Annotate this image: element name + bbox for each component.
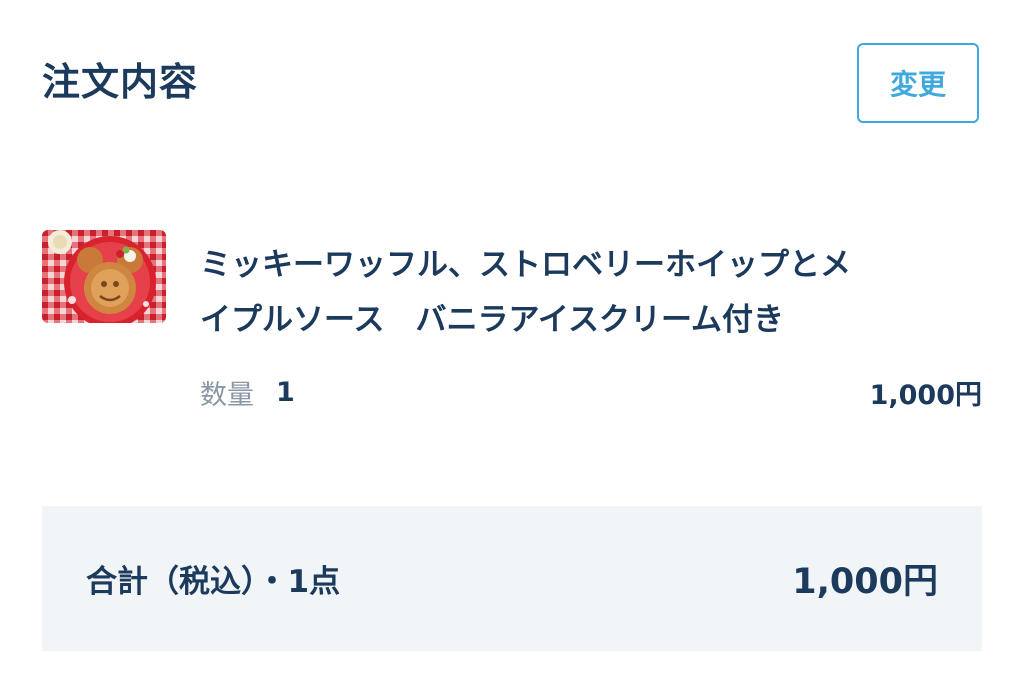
quantity-row: 数量 1 1,000円: [200, 372, 982, 412]
waffle-image: [42, 230, 166, 323]
item-name: ミッキーワッフル、ストロベリーホイップとメ イプルソース バニラアイスクリーム付…: [200, 247, 851, 338]
quantity-label: 数量: [200, 379, 254, 411]
page-title: 注文内容: [42, 60, 199, 104]
total-label: 合計（税込）・1点: [86, 564, 341, 600]
quantity-value: 1: [276, 376, 295, 408]
item-price: 1,000円: [869, 379, 982, 411]
item-thumbnail: [42, 230, 166, 323]
total-price: 1,000円: [792, 562, 938, 602]
order-summary: 合計（税込）・1点 1,000円: [42, 506, 982, 651]
change-button[interactable]: 変更: [857, 43, 979, 123]
